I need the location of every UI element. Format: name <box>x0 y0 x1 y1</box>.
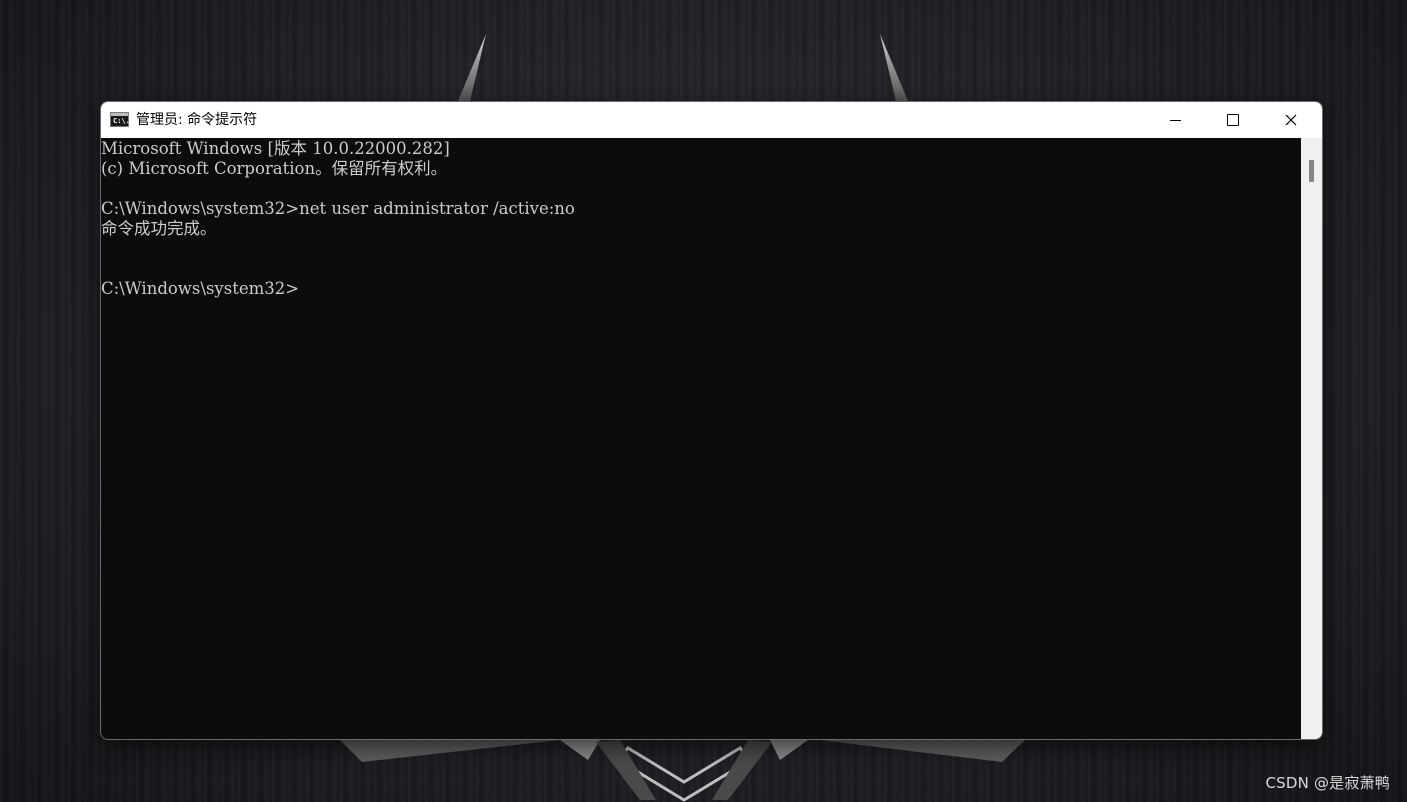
watermark: CSDN @是寂萧鸭 <box>1265 774 1390 792</box>
console-prompt-line: C:\Windows\system32> <box>101 279 300 298</box>
close-button[interactable] <box>1262 102 1320 138</box>
console-line: C:\Windows\system32>net user administrat… <box>101 199 575 218</box>
console-line: 命令成功完成。 <box>101 219 217 238</box>
console-output[interactable]: Microsoft Windows [版本 10.0.22000.282] (c… <box>101 138 1301 739</box>
minimize-icon <box>1169 120 1181 121</box>
scrollbar-thumb[interactable] <box>1309 160 1314 182</box>
command-prompt-window[interactable]: C:\. 管理员: 命令提示符 Microsoft Windows [版本 10… <box>100 101 1323 740</box>
console-line: (c) Microsoft Corporation。保留所有权利。 <box>101 159 448 178</box>
window-title: 管理员: 命令提示符 <box>136 112 258 128</box>
title-bar[interactable]: C:\. 管理员: 命令提示符 <box>101 102 1322 138</box>
maximize-button[interactable] <box>1204 102 1262 138</box>
close-icon <box>1285 114 1297 126</box>
maximize-icon <box>1227 114 1239 126</box>
vertical-scrollbar[interactable] <box>1301 138 1322 739</box>
minimize-button[interactable] <box>1146 102 1204 138</box>
console-line: Microsoft Windows [版本 10.0.22000.282] <box>101 139 450 158</box>
cmd-icon[interactable]: C:\. <box>110 112 130 127</box>
cmd-icon-text: C:\. <box>113 117 130 125</box>
